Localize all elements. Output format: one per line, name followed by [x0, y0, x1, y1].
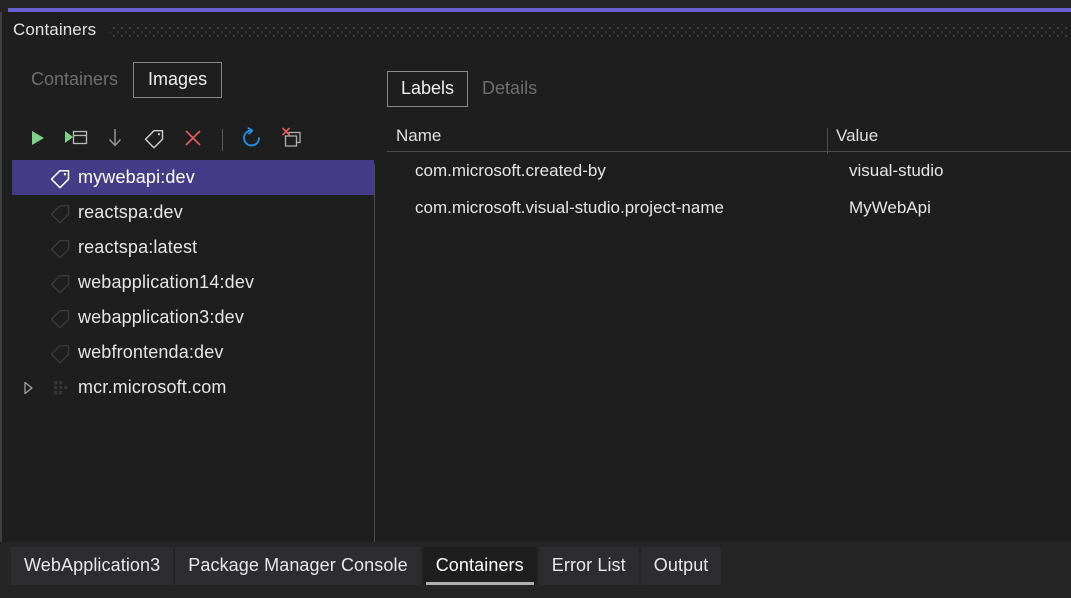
toolbar-separator: [222, 129, 223, 151]
list-item-label: reactspa:dev: [78, 202, 183, 222]
label-value-cell: visual-studio: [849, 160, 944, 180]
list-item-label: mcr.microsoft.com: [78, 377, 227, 397]
bottom-tab-package-manager-console[interactable]: Package Manager Console: [175, 547, 421, 585]
tab-labels[interactable]: Labels: [387, 71, 469, 107]
list-item[interactable]: webapplication3:dev: [12, 300, 374, 335]
labels-grid-header: Name Value: [387, 120, 1071, 154]
column-header-value-label: Value: [836, 125, 879, 145]
column-header-value[interactable]: Value: [827, 125, 1071, 154]
image-detail-panel: Labels Details Name Value com.microsoft.…: [382, 60, 1071, 542]
bottom-tab-containers[interactable]: Containers: [422, 547, 537, 585]
images-tree-list[interactable]: mywebapi:dev reactspa:dev reactspa:lates…: [12, 160, 374, 542]
close-icon: [182, 127, 204, 154]
list-item[interactable]: reactspa:dev: [12, 195, 374, 230]
drag-handle-dots[interactable]: [110, 23, 1069, 37]
refresh-button[interactable]: [235, 125, 269, 155]
detail-tabstrip: Labels Details: [387, 71, 551, 107]
expand-chevron-icon[interactable]: [14, 380, 42, 396]
tag-button[interactable]: [137, 125, 171, 155]
tool-window-title: Containers: [13, 20, 97, 39]
tab-details[interactable]: Details: [468, 71, 551, 107]
tag-icon: [42, 272, 78, 294]
tag-icon: [142, 127, 166, 154]
run-button[interactable]: [20, 125, 54, 155]
download-arrow-icon: [105, 127, 125, 154]
list-item[interactable]: mywebapi:dev: [12, 160, 374, 195]
list-item-label: webfrontenda:dev: [78, 342, 224, 362]
image-container-tabstrip: Containers Images: [16, 62, 223, 98]
tool-window-title-row: Containers: [2, 12, 1071, 48]
tab-containers[interactable]: Containers: [16, 62, 133, 98]
tag-icon: [42, 237, 78, 259]
prune-button[interactable]: [274, 125, 308, 155]
list-item-label: webapplication14:dev: [78, 272, 255, 292]
run-icon: [27, 128, 47, 153]
refresh-icon: [240, 126, 264, 155]
images-toolbar: [20, 124, 308, 156]
remove-button[interactable]: [176, 125, 210, 155]
list-item-label: webapplication3:dev: [78, 307, 244, 327]
bottom-tab-output[interactable]: Output: [640, 547, 722, 585]
column-header-name[interactable]: Name: [387, 126, 827, 146]
tag-icon: [42, 307, 78, 329]
table-row[interactable]: com.microsoft.created-by visual-studio: [387, 152, 1071, 189]
panel-splitter[interactable]: [374, 164, 375, 544]
list-item-label: mywebapi:dev: [78, 167, 195, 187]
bottom-tabs: WebApplication3 Package Manager Console …: [11, 547, 722, 585]
labels-grid: Name Value com.microsoft.created-by visu…: [387, 120, 1071, 226]
list-item[interactable]: webapplication14:dev: [12, 265, 374, 300]
tag-icon: [42, 167, 78, 189]
bottom-tab-webapplication3[interactable]: WebApplication3: [11, 547, 174, 585]
tag-icon: [42, 202, 78, 224]
list-item-label: reactspa:latest: [78, 237, 198, 257]
label-name-cell: com.microsoft.visual-studio.project-name: [415, 197, 724, 217]
tool-window-frame: Containers Containers Images mywebapi:de…: [0, 12, 1071, 544]
list-item[interactable]: webfrontenda:dev: [12, 335, 374, 370]
label-name-cell: com.microsoft.created-by: [415, 160, 606, 180]
tab-images[interactable]: Images: [133, 62, 223, 98]
prune-icon: [278, 126, 304, 155]
run-interactive-button[interactable]: [59, 125, 93, 155]
bottom-dock-tabstrip: WebApplication3 Package Manager Console …: [0, 542, 1071, 598]
visual-studio-containers-tool-window: Containers Containers Images mywebapi:de…: [0, 0, 1071, 598]
column-divider[interactable]: [827, 127, 828, 154]
table-row[interactable]: com.microsoft.visual-studio.project-name…: [387, 189, 1071, 226]
registry-icon: [42, 377, 78, 399]
list-item[interactable]: reactspa:latest: [12, 230, 374, 265]
tag-icon: [42, 342, 78, 364]
pull-button[interactable]: [98, 125, 132, 155]
bottom-tab-error-list[interactable]: Error List: [538, 547, 639, 585]
run-interactive-icon: [64, 128, 88, 153]
list-item[interactable]: mcr.microsoft.com: [12, 370, 374, 405]
label-value-cell: MyWebApi: [849, 197, 931, 217]
